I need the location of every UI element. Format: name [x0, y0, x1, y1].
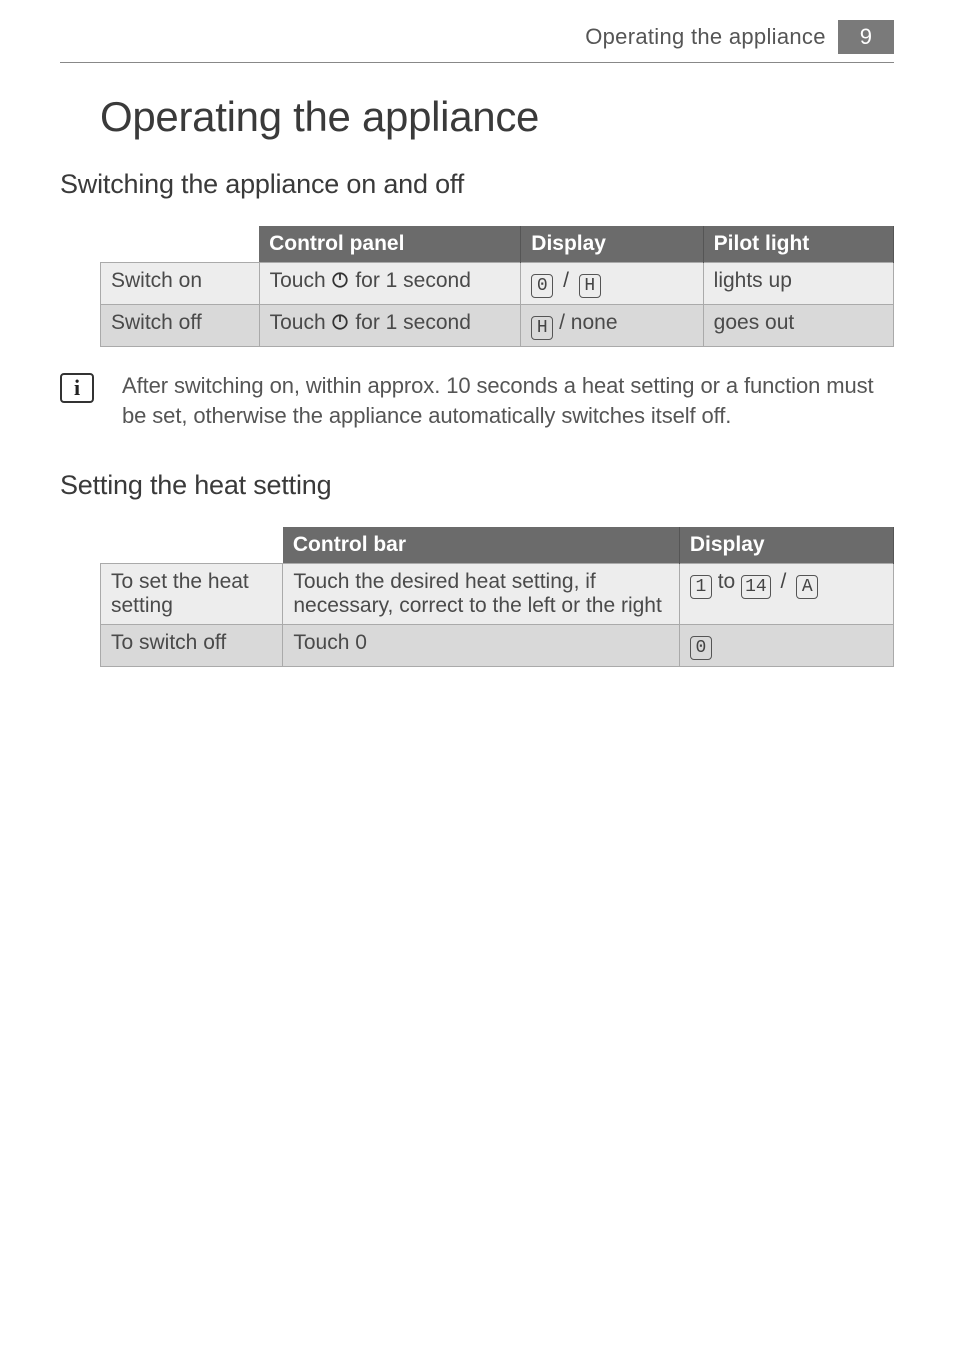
cell-control-bar: Touch the desired heat setting, if neces…	[283, 564, 680, 625]
cell-label: Switch on	[101, 263, 260, 305]
power-icon	[331, 271, 349, 289]
info-text: After switching on, within approx. 10 se…	[122, 371, 894, 430]
cell-control-panel: Touch for 1 second	[259, 263, 521, 305]
heat-setting-table: Control bar Display To set the heat sett…	[100, 527, 894, 667]
table-header-control-bar: Control bar	[283, 527, 680, 564]
display-suffix: / none	[559, 311, 617, 334]
main-heading: Operating the appliance	[100, 93, 894, 141]
power-icon	[331, 313, 349, 331]
display-separator: /	[777, 570, 791, 593]
cell-label: To switch off	[101, 625, 283, 667]
table-header-pilot-light: Pilot light	[703, 226, 893, 263]
cell-label: To set the heat setting	[101, 564, 283, 625]
page-header: Operating the appliance 9	[0, 0, 954, 62]
display-segment-icon: 14	[741, 575, 771, 599]
table-row: To switch off Touch 0 0	[101, 625, 894, 667]
cell-pilot: lights up	[703, 263, 893, 305]
cell-suffix: for 1 second	[355, 269, 471, 292]
cell-control-bar: Touch 0	[283, 625, 680, 667]
display-separator: /	[559, 269, 573, 292]
display-to: to	[718, 570, 741, 593]
cell-label: Switch off	[101, 305, 260, 347]
cell-display: 0 / H	[521, 263, 703, 305]
display-segment-icon: 1	[690, 575, 712, 599]
table-header-empty	[101, 527, 283, 564]
display-segment-icon: 0	[531, 274, 553, 298]
page-number: 9	[838, 20, 894, 54]
table-row: To set the heat setting Touch the desire…	[101, 564, 894, 625]
section-heading-setting-heat: Setting the heat setting	[60, 470, 894, 501]
info-note: i After switching on, within approx. 10 …	[60, 371, 894, 430]
cell-prefix: Touch	[270, 311, 332, 334]
display-segment-icon: H	[579, 274, 601, 298]
cell-pilot: goes out	[703, 305, 893, 347]
page-content: Operating the appliance Switching the ap…	[0, 93, 954, 667]
display-segment-icon: A	[796, 575, 818, 599]
cell-suffix: for 1 second	[355, 311, 471, 334]
table-row: Switch off Touch for 1 second H / none g…	[101, 305, 894, 347]
cell-prefix: Touch	[270, 269, 332, 292]
switching-table: Control panel Display Pilot light Switch…	[100, 226, 894, 347]
cell-control-panel: Touch for 1 second	[259, 305, 521, 347]
table-header-display: Display	[679, 527, 893, 564]
info-icon: i	[60, 373, 94, 403]
table-header-display: Display	[521, 226, 703, 263]
section-heading-switching: Switching the appliance on and off	[60, 169, 894, 200]
table-row: Switch on Touch for 1 second 0 / H light…	[101, 263, 894, 305]
table-header-empty	[101, 226, 260, 263]
cell-display: 1 to 14 / A	[679, 564, 893, 625]
display-segment-icon: 0	[690, 636, 712, 660]
table-header-control-panel: Control panel	[259, 226, 521, 263]
header-title: Operating the appliance	[585, 24, 826, 50]
cell-display: H / none	[521, 305, 703, 347]
cell-display: 0	[679, 625, 893, 667]
display-segment-icon: H	[531, 316, 553, 340]
header-rule	[60, 62, 894, 63]
